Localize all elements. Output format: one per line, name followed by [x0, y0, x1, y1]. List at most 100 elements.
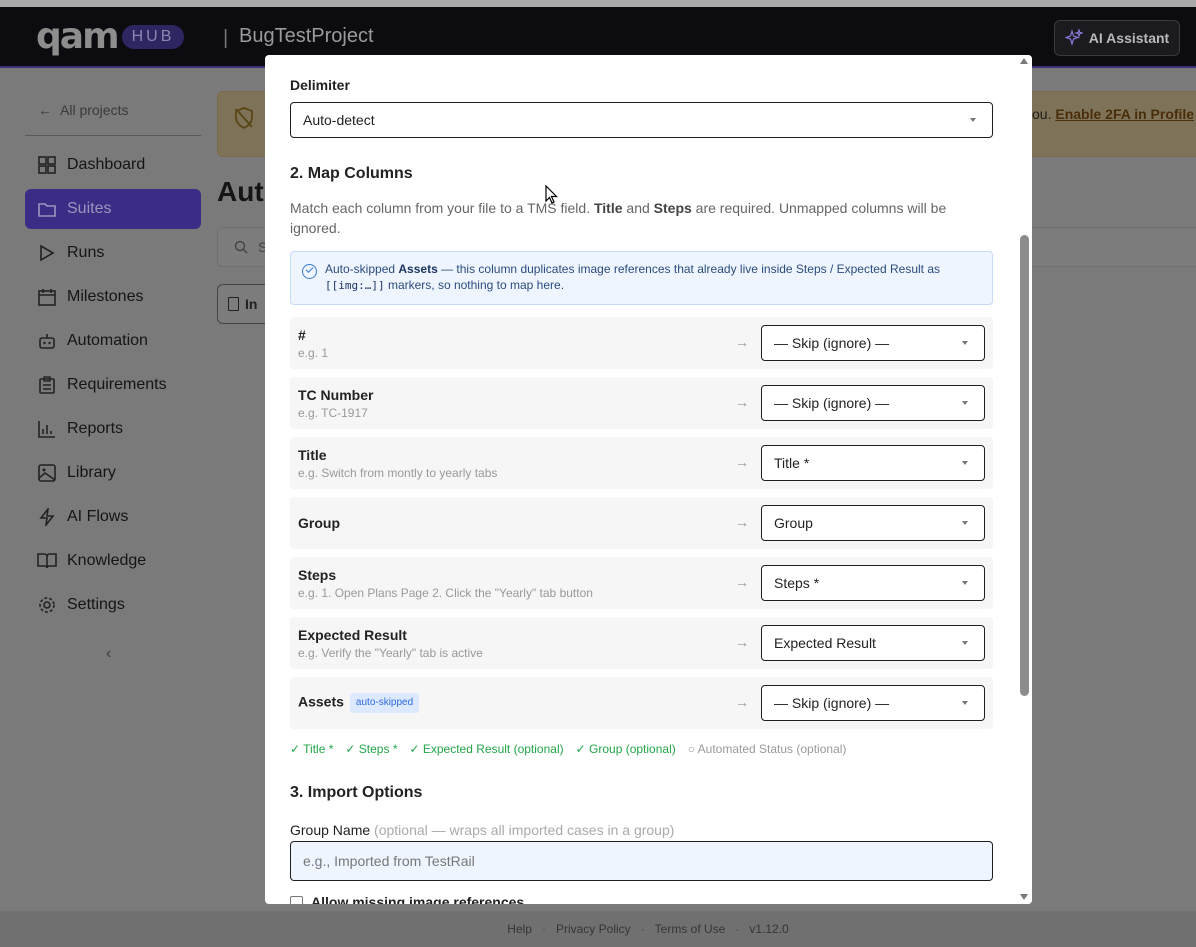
field-select[interactable]: Title *: [761, 445, 985, 481]
sidebar-item-settings[interactable]: Settings: [25, 585, 201, 625]
auto-skipped-badge: auto-skipped: [349, 693, 420, 713]
footer-help-link[interactable]: Help: [507, 922, 532, 936]
sidebar-item-label: Automation: [67, 332, 148, 349]
group-name-input[interactable]: e.g., Imported from TestRail: [290, 841, 993, 881]
collapse-sidebar-icon[interactable]: ‹: [106, 645, 111, 663]
map-columns-heading: 2. Map Columns: [290, 165, 413, 182]
allow-missing-images-label: Allow missing image references: [311, 894, 525, 904]
sidebar-item-label: Knowledge: [67, 552, 147, 569]
gear-icon: [37, 595, 57, 615]
footer-privacy-link[interactable]: Privacy Policy: [556, 922, 631, 936]
arrow-right-icon: →: [735, 334, 749, 350]
allow-missing-images-checkbox[interactable]: [290, 895, 303, 904]
calendar-icon: [37, 287, 57, 307]
check-title: ✓ Title *: [290, 742, 334, 756]
field-select[interactable]: — Skip (ignore) —: [761, 685, 985, 721]
hub-badge: HUB: [121, 25, 185, 49]
sidebar-item-knowledge[interactable]: Knowledge: [25, 541, 201, 581]
arrow-left-icon: ←: [38, 102, 52, 118]
enable-2fa-link[interactable]: Enable 2FA in Profile: [1055, 106, 1194, 122]
field-select[interactable]: — Skip (ignore) —: [761, 385, 985, 421]
sidebar-item-automation[interactable]: Automation: [25, 321, 201, 361]
allow-missing-images-option[interactable]: Allow missing image references: [290, 894, 524, 904]
sidebar-item-runs[interactable]: Runs: [25, 233, 201, 273]
sidebar-item-ai-flows[interactable]: AI Flows: [25, 497, 201, 537]
scrollbar-thumb[interactable]: [1020, 235, 1029, 696]
field-select-value: — Skip (ignore) —: [774, 395, 890, 411]
delimiter-select[interactable]: Auto-detect: [290, 102, 993, 138]
column-name-text: Assets: [298, 693, 344, 710]
column-example: e.g. 1: [298, 346, 329, 360]
mapping-row: # e.g. 1 → — Skip (ignore) —: [290, 317, 993, 369]
sidebar-item-milestones[interactable]: Milestones: [25, 277, 201, 317]
footer-version: v1.12.0: [749, 922, 789, 936]
sidebar-item-label: Settings: [67, 596, 125, 613]
scroll-down-arrow-icon[interactable]: [1020, 894, 1028, 900]
footer-separator: ·: [735, 922, 740, 936]
column-name: Title: [298, 447, 327, 463]
chevron-down-icon: [962, 401, 968, 405]
shield-off-icon: [235, 107, 253, 129]
modal-scrollbar[interactable]: [1016, 55, 1032, 904]
mapping-row: Steps e.g. 1. Open Plans Page 2. Click t…: [290, 557, 993, 609]
field-select-value: — Skip (ignore) —: [774, 335, 890, 351]
sidebar-item-label: Library: [67, 464, 116, 481]
footer-terms-link[interactable]: Terms of Use: [655, 922, 726, 936]
sidebar-item-suites[interactable]: Suites: [25, 189, 201, 229]
all-projects-link[interactable]: ← All projects: [38, 102, 128, 118]
field-select[interactable]: Group: [761, 505, 985, 541]
sidebar-item-label: Suites: [67, 200, 112, 217]
field-select-value: — Skip (ignore) —: [774, 695, 890, 711]
import-modal: Delimiter Auto-detect 2. Map Columns Mat…: [265, 55, 1032, 904]
sidebar-item-library[interactable]: Library: [25, 453, 201, 493]
ai-assistant-button[interactable]: AI Assistant: [1054, 20, 1180, 56]
sidebar-item-reports[interactable]: Reports: [25, 409, 201, 449]
footer-separator: ·: [541, 922, 546, 936]
group-name-hint: (optional — wraps all imported cases in …: [374, 822, 675, 838]
search-icon: [234, 240, 248, 254]
mouse-cursor-icon: [545, 185, 558, 204]
column-name: Group: [298, 515, 340, 531]
info-prefix: Auto-skipped: [325, 262, 399, 276]
arrow-right-icon: →: [735, 394, 749, 410]
sidebar-divider: [25, 135, 201, 136]
chevron-down-icon: [962, 701, 968, 705]
info-bold: Assets: [398, 262, 438, 276]
grid-icon: [37, 155, 57, 175]
column-example: e.g. Switch from montly to yearly tabs: [298, 466, 498, 480]
sidebar-item-dashboard[interactable]: Dashboard: [25, 145, 201, 185]
field-select[interactable]: Expected Result: [761, 625, 985, 661]
app-logo[interactable]: qam HUB: [36, 19, 185, 55]
sidebar-item-requirements[interactable]: Requirements: [25, 365, 201, 405]
field-coverage-summary: ✓ Title * ✓ Steps * ✓ Expected Result (o…: [290, 742, 846, 756]
column-name: Expected Result: [298, 627, 407, 643]
delimiter-label: Delimiter: [290, 77, 350, 93]
desc-steps-emphasis: Steps: [653, 200, 692, 216]
sidebar: ← All projects Dashboard Suites Runs Mil…: [0, 70, 216, 910]
column-example: e.g. Verify the "Yearly" tab is active: [298, 646, 483, 660]
robot-icon: [37, 331, 57, 351]
chevron-down-icon: [962, 581, 968, 585]
sidebar-item-label: Requirements: [67, 376, 167, 393]
sidebar-item-label: Reports: [67, 420, 124, 437]
field-select-value: Group: [774, 515, 813, 531]
chevron-down-icon: [962, 641, 968, 645]
map-columns-description: Match each column from your file to a TM…: [290, 198, 980, 238]
footer-separator: ·: [640, 922, 645, 936]
check-steps: ✓ Steps *: [345, 742, 398, 756]
project-title: BugTestProject: [239, 25, 374, 47]
book-icon: [37, 551, 57, 571]
check-expected-result: ✓ Expected Result (optional): [409, 742, 564, 756]
field-select-value: Steps *: [774, 575, 820, 591]
file-icon: [228, 297, 239, 311]
check-group: ✓ Group (optional): [575, 742, 676, 756]
delimiter-value: Auto-detect: [303, 112, 375, 128]
lightning-icon: [37, 507, 57, 527]
field-select[interactable]: Steps *: [761, 565, 985, 601]
arrow-right-icon: →: [735, 454, 749, 470]
scroll-up-arrow-icon[interactable]: [1020, 58, 1028, 64]
field-select[interactable]: — Skip (ignore) —: [761, 325, 985, 361]
clipboard-icon: [37, 375, 57, 395]
bar-chart-icon: [37, 419, 57, 439]
sidebar-item-label: Runs: [67, 244, 105, 261]
